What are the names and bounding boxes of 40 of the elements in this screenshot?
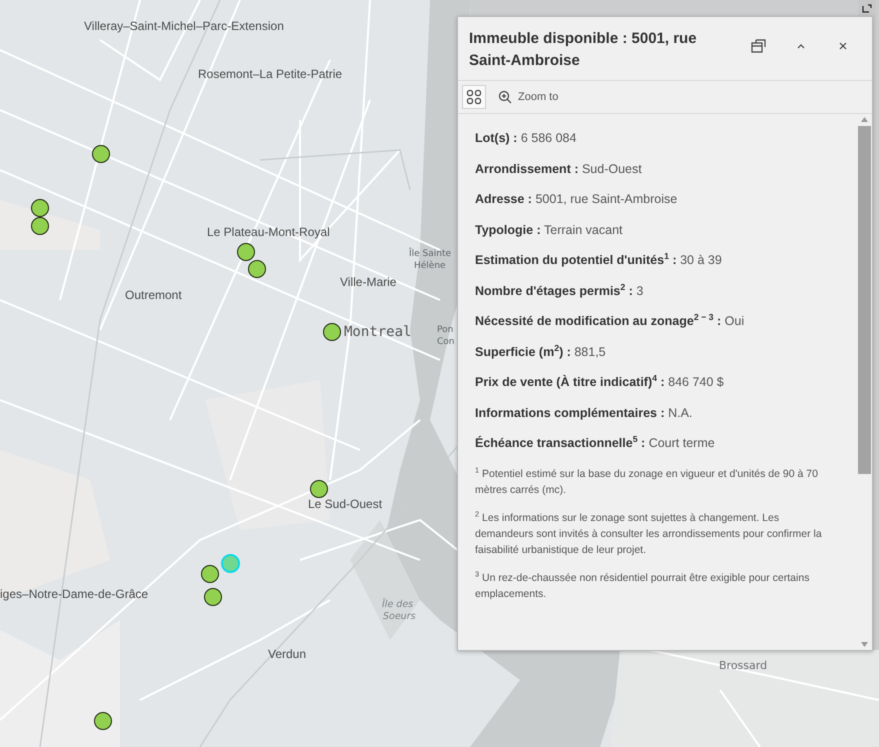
actions-button[interactable] xyxy=(462,85,486,109)
close-icon xyxy=(838,41,848,51)
zoom-in-icon xyxy=(498,90,512,104)
attribute-line: Arrondissement : Sud-Ouest xyxy=(475,160,643,178)
map-label: Villeray–Saint-Michel–Parc-Extension xyxy=(84,19,284,33)
map-label: Verdun xyxy=(268,647,306,661)
attribute-line: Typologie : Terrain vacant xyxy=(475,222,624,239)
grid-icon xyxy=(466,89,482,105)
map-label: Le Sud-Ouest xyxy=(308,497,382,511)
map-label: Montreal xyxy=(344,324,412,340)
attribute-line: Adresse : 5001, rue Saint-Ambroise xyxy=(475,191,678,208)
map-label: Rosemont–La Petite-Patrie xyxy=(198,67,342,81)
map-label: Ville-Marie xyxy=(340,275,396,289)
map-label: Hélène xyxy=(414,261,446,271)
footnote: $^{2}$ Les informations sur le zonage sont sujettes à changement. Les demandeurs sont invités à consulter les arrondissements pour confirmer la faisabilité urbanistique de leur projet. xyxy=(475,510,823,558)
attribute-line: Nécessité de modification au zonage$^{2 − 3}$ : Oui xyxy=(475,313,746,330)
attribute-line: Nombre d'étages permis$^{2}$ : 3 xyxy=(475,282,644,300)
map-label: Île des xyxy=(382,599,414,610)
attribute-line: Échéance transactionnelle$^{5}$ : Court terme xyxy=(475,435,716,452)
footnote: $^{3}$ Un rez-de-chaussée non résidentiel pourrait être exigible pour certains emplacements. xyxy=(475,570,810,602)
dock-icon xyxy=(751,39,767,53)
map-label: Soeurs xyxy=(383,611,416,622)
attribute-line: Prix de vente (À titre indicatif)$^{4}$ : 846 740 $ xyxy=(475,374,725,391)
scrollbar-thumb[interactable] xyxy=(858,126,870,474)
map-label: Con xyxy=(437,337,454,347)
footnote: $^{1}$ Potentiel estimé sur la base du zonage en vigueur et d'unités de 90 à 70 mètres carrés (mc). xyxy=(475,466,819,498)
attribute-line: Estimation du potentiel d'unités$^{1}$ : 30 à 39 xyxy=(475,252,723,269)
map-label: Pon xyxy=(437,325,454,335)
attribute-line: Informations complémentaires : N.A. xyxy=(475,404,694,422)
popup-title: Immeuble disponible : 5001, rue Saint-Ambroise xyxy=(469,29,698,71)
map-label: Île Sainte xyxy=(409,249,452,259)
attribute-line: Superficie (m$^{2}$) : 881,5 xyxy=(475,344,607,361)
expand-corner-icon[interactable] xyxy=(858,0,876,18)
chevron-up-icon xyxy=(796,42,806,50)
attribute-line: Lot(s) : 6 586 084 xyxy=(475,130,578,147)
map-label: Outremont xyxy=(125,288,182,302)
map-label: Brossard xyxy=(719,659,768,672)
map-label: Le Plateau-Mont-Royal xyxy=(207,225,330,239)
map-label: iges–Notre-Dame-de-Grâce xyxy=(0,587,148,601)
zoom-to-button[interactable]: Zoom to xyxy=(494,90,562,104)
